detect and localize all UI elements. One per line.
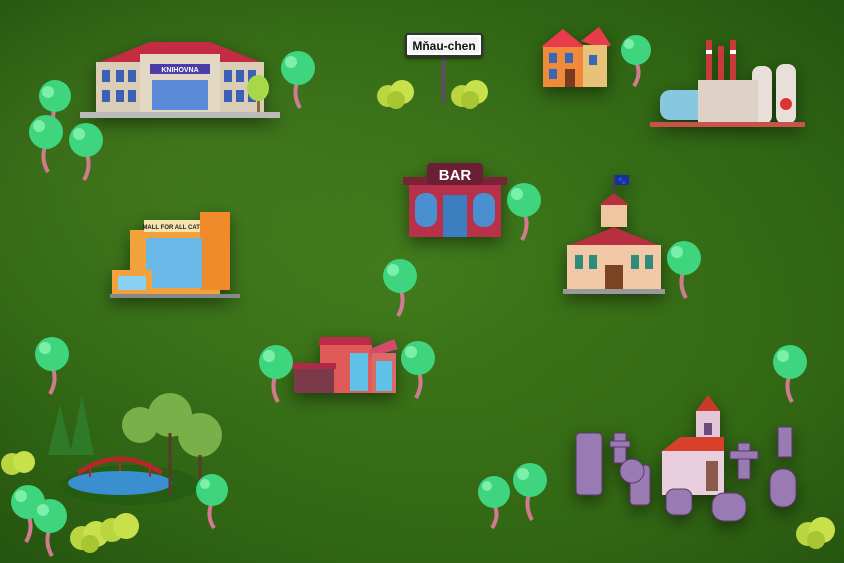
orange-house[interactable] — [533, 25, 613, 90]
tree-icon — [281, 51, 315, 109]
modern-house[interactable] — [290, 335, 400, 397]
tree-icon — [259, 345, 293, 403]
tree-icon — [513, 463, 547, 521]
town-map: Mňau-chen KNIHOVNA BAR 🐾 MALL FOR ALL CA… — [0, 0, 844, 563]
mall-sign: MALL FOR ALL CATZ — [142, 225, 203, 231]
library-sign: KNIHOVNA — [161, 67, 198, 74]
bar-sign: BAR — [439, 167, 472, 184]
tree-icon — [667, 241, 701, 299]
tree-icon — [507, 183, 541, 241]
tree-icon — [35, 337, 69, 395]
bush-icon — [1, 451, 35, 475]
bush-icon — [100, 513, 139, 542]
town-sign-pole — [441, 57, 446, 103]
bush-icon — [377, 80, 414, 109]
tree-icon — [196, 474, 228, 530]
tree-icon — [33, 499, 67, 557]
mall-building[interactable]: MALL FOR ALL CATZ — [110, 210, 240, 298]
town-hall[interactable]: 🐾 — [563, 175, 665, 295]
tree-icon — [383, 259, 417, 317]
factory[interactable] — [650, 38, 805, 130]
church-graveyard[interactable] — [572, 393, 807, 523]
tree-icon — [69, 123, 103, 181]
tree-icon — [401, 341, 435, 399]
town-name-sign[interactable]: Mňau-chen — [405, 33, 483, 57]
svg-text:🐾: 🐾 — [618, 177, 627, 185]
tree-icon — [247, 75, 269, 112]
tree-icon — [621, 35, 651, 88]
tree-icon — [773, 345, 807, 403]
bar-building[interactable]: BAR — [403, 163, 508, 239]
bush-icon — [796, 517, 835, 549]
bush-icon — [451, 80, 488, 109]
